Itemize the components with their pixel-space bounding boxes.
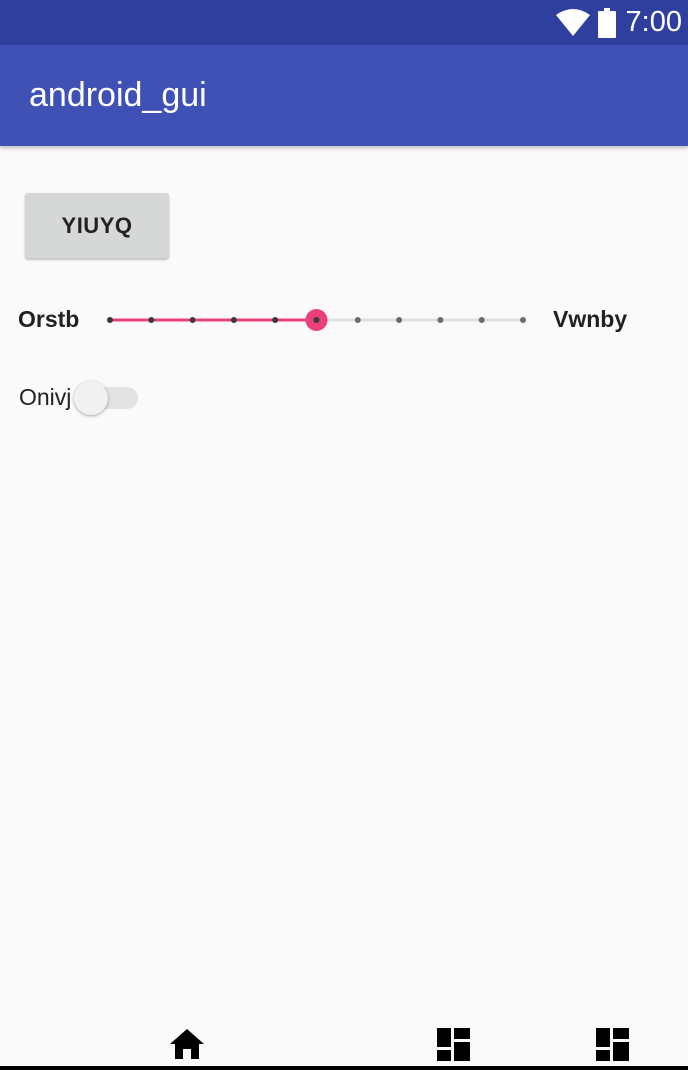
- slider-min-label: Orstb: [18, 306, 80, 332]
- slider-tick: [148, 317, 155, 323]
- discrete-slider[interactable]: [95, 300, 540, 340]
- dashboard-icon[interactable]: [437, 1028, 470, 1061]
- navigation-bar: [0, 1020, 688, 1070]
- switch-thumb: [74, 381, 108, 415]
- dashboard-icon[interactable]: [596, 1028, 629, 1061]
- app-title: android_gui: [29, 76, 207, 114]
- onivj-switch[interactable]: [72, 379, 142, 415]
- slider-tick: [396, 317, 403, 323]
- yiuyq-button[interactable]: YIUYQ: [25, 193, 169, 258]
- slider-tick: [272, 317, 279, 323]
- status-time: 7:00: [625, 6, 682, 38]
- slider-tick: [354, 317, 361, 323]
- slider-tick: [478, 317, 485, 323]
- slider-tick: [520, 317, 526, 323]
- battery-icon: [597, 7, 616, 38]
- nav-bottom-line: [0, 1066, 688, 1070]
- app-bar: android_gui: [0, 45, 688, 146]
- main-content: YIUYQ Orstb Vwnby Onivj: [0, 146, 688, 1036]
- slider-tick: [437, 317, 444, 323]
- slider-tick: [230, 317, 237, 323]
- home-icon[interactable]: [170, 1028, 204, 1060]
- slider-max-label: Vwnby: [553, 306, 628, 332]
- status-icons: 7:00: [555, 0, 682, 45]
- status-bar: 7:00: [0, 0, 688, 45]
- slider-tick: [189, 317, 196, 323]
- switch-label: Onivj: [19, 384, 72, 410]
- wifi-icon: [555, 8, 590, 36]
- slider-tick: [107, 317, 113, 323]
- slider-tick: [313, 317, 320, 323]
